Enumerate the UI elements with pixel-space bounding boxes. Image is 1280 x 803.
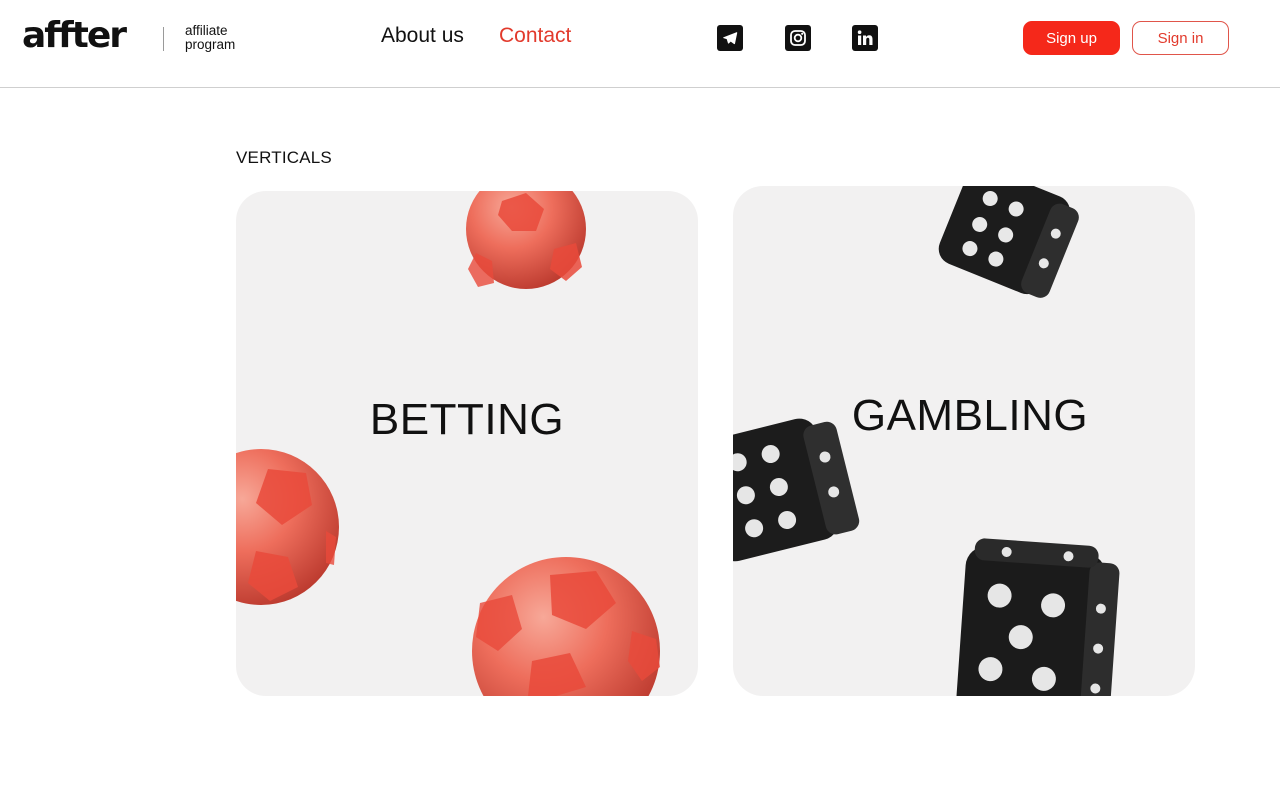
betting-title: BETTING [369,395,565,444]
sign-up-button[interactable]: Sign up [1023,21,1120,55]
telegram-icon[interactable] [717,25,743,51]
betting-card[interactable]: BETTING [236,191,698,696]
sign-in-button[interactable]: Sign in [1132,21,1229,55]
tagline-line-2: program [185,37,236,52]
nav-contact-link[interactable]: Contact [499,22,571,50]
linkedin-icon[interactable] [852,25,878,51]
site-header: affter affiliate program About us Contac… [0,0,1280,88]
section-title: VERTICALS [236,148,332,167]
instagram-icon[interactable] [785,25,811,51]
nav-about-link[interactable]: About us [381,22,464,50]
logo[interactable]: affter [22,16,144,56]
gambling-title: GAMBLING [851,391,1089,440]
tagline-line-1: affiliate [185,23,228,38]
dice-illustration [733,186,1120,696]
logo-wordmark: affter [22,15,127,56]
logo-tagline: affiliate program [185,24,255,52]
gambling-card[interactable]: GAMBLING [733,186,1195,696]
logo-divider [163,27,164,51]
